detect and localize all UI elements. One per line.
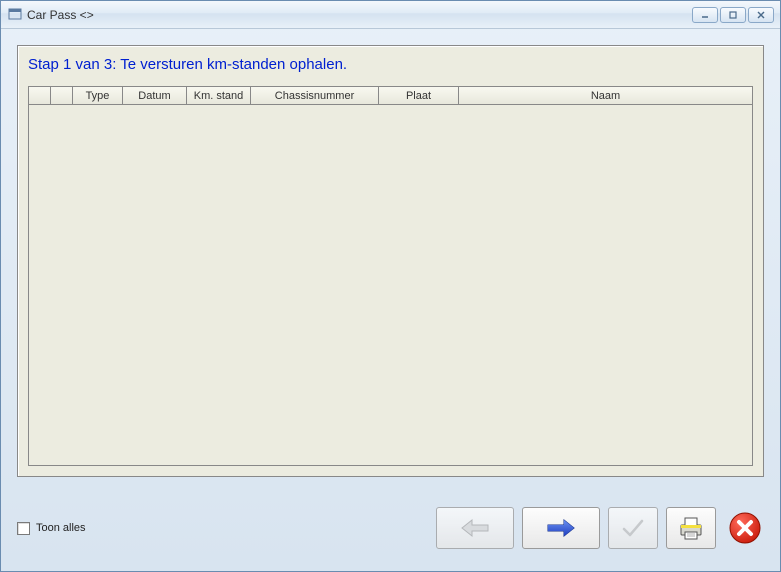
table-header-row: TypeDatumKm. standChassisnummerPlaatNaam [29,87,752,105]
next-button[interactable] [522,507,600,549]
maximize-button[interactable] [720,7,746,23]
show-all-checkbox[interactable]: Toon alles [17,522,86,535]
cancel-button[interactable] [726,509,764,547]
column-header[interactable]: Datum [123,87,187,104]
confirm-button[interactable] [608,507,658,549]
data-table: TypeDatumKm. standChassisnummerPlaatNaam [28,86,753,466]
column-header[interactable] [51,87,73,104]
arrow-left-icon [458,517,492,539]
column-header[interactable]: Type [73,87,123,104]
check-icon [620,517,646,539]
show-all-label: Toon alles [36,522,86,534]
content-panel: Stap 1 van 3: Te versturen km-standen op… [17,45,764,477]
previous-button[interactable] [436,507,514,549]
column-header[interactable]: Naam [459,87,752,104]
cancel-icon [728,511,762,545]
window-controls [692,7,774,23]
column-header[interactable]: Km. stand [187,87,251,104]
titlebar: Car Pass <> [1,1,780,29]
column-header[interactable]: Plaat [379,87,459,104]
minimize-button[interactable] [692,7,718,23]
step-heading: Stap 1 van 3: Te versturen km-standen op… [18,46,763,81]
arrow-right-icon [544,517,578,539]
footer-bar: Toon alles [17,501,764,555]
column-header[interactable] [29,87,51,104]
app-window: Car Pass <> Stap 1 van 3: Te versturen k… [0,0,781,572]
table-body [29,105,752,465]
checkbox-box-icon [17,522,30,535]
column-header[interactable]: Chassisnummer [251,87,379,104]
print-button[interactable] [666,507,716,549]
window-title: Car Pass <> [27,8,692,22]
close-button[interactable] [748,7,774,23]
app-icon [7,7,23,23]
printer-icon [676,515,706,541]
